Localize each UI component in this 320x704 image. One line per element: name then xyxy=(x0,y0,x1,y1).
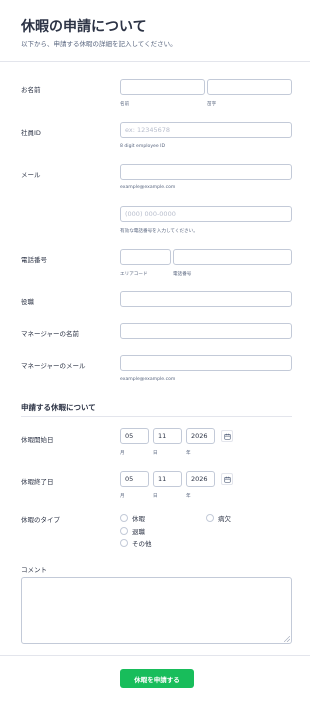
form-subtitle: 以下から、申請する休暇の詳細を記入してください。 xyxy=(21,40,177,48)
footer-divider xyxy=(0,655,310,656)
first-name-sublabel: 名前 xyxy=(120,102,130,107)
start-month-sublabel: 月 xyxy=(120,451,125,456)
start-day-sublabel: 日 xyxy=(153,451,158,456)
manager-email-sublabel: example@example.com xyxy=(120,377,176,382)
start-date-label: 休暇開始日 xyxy=(21,436,54,444)
manager-name-label: マネージャーの名前 xyxy=(21,330,80,338)
manager-email-input[interactable] xyxy=(120,355,292,371)
last-name-sublabel: 苗字 xyxy=(207,102,217,107)
submit-leave-request-button[interactable]: 休暇を申請する xyxy=(120,669,194,688)
area-code-input[interactable] xyxy=(120,249,171,265)
radio-circle[interactable] xyxy=(206,514,214,522)
start-year-sublabel: 年 xyxy=(186,451,191,456)
form-header: 休暇の申請について 以下から、申請する休暇の詳細を記入してください。 xyxy=(0,0,310,62)
area-code-sublabel: エリアコード xyxy=(120,272,148,277)
resize-grip-icon[interactable] xyxy=(284,636,290,642)
start-day-input[interactable] xyxy=(153,428,182,444)
end-calendar-icon[interactable] xyxy=(221,473,233,485)
radio-label: 休暇 xyxy=(132,515,145,523)
leave-type-label: 休暇のタイプ xyxy=(21,516,60,524)
phone-number-input[interactable] xyxy=(173,249,292,265)
radio-label: 病欠 xyxy=(218,515,231,523)
leave-section-title: 申請する休暇について xyxy=(21,403,96,412)
radio-circle[interactable] xyxy=(120,514,128,522)
leave-type-option-resign[interactable]: 退職 xyxy=(120,526,145,536)
radio-circle[interactable] xyxy=(120,539,128,547)
position-label: 役職 xyxy=(21,298,34,306)
first-name-input[interactable] xyxy=(120,79,205,95)
radio-label: 退職 xyxy=(132,528,145,536)
end-month-input[interactable] xyxy=(120,471,149,487)
end-day-sublabel: 日 xyxy=(153,494,158,499)
comment-label: コメント xyxy=(21,566,47,574)
end-month-sublabel: 月 xyxy=(120,494,125,499)
form-title: 休暇の申請について xyxy=(21,19,147,35)
leave-type-option-other[interactable]: その他 xyxy=(120,538,152,548)
email-label: メール xyxy=(21,171,41,179)
position-input[interactable] xyxy=(120,291,292,307)
section-divider xyxy=(21,416,292,417)
phone-label: 電話番号 xyxy=(21,256,47,264)
leave-type-option-vacation[interactable]: 休暇 xyxy=(120,513,145,523)
email-input[interactable] xyxy=(120,164,292,180)
start-year-input[interactable] xyxy=(186,428,215,444)
end-date-label: 休暇終了日 xyxy=(21,478,54,486)
phone-full-sublabel: 有効な電話番号を入力してください。 xyxy=(120,229,198,234)
phone-full-input[interactable] xyxy=(120,206,292,222)
end-day-input[interactable] xyxy=(153,471,182,487)
end-year-sublabel: 年 xyxy=(186,494,191,499)
radio-circle[interactable] xyxy=(120,527,128,535)
last-name-input[interactable] xyxy=(207,79,292,95)
employee-id-sublabel: 8 digit employee ID xyxy=(120,144,166,149)
phone-number-sublabel: 電話番号 xyxy=(173,272,192,277)
start-calendar-icon[interactable] xyxy=(221,430,233,442)
leave-type-option-sick[interactable]: 病欠 xyxy=(206,513,231,523)
radio-label: その他 xyxy=(132,540,152,548)
manager-name-input[interactable] xyxy=(120,323,292,339)
name-label: お名前 xyxy=(21,86,41,94)
employee-id-input[interactable] xyxy=(120,122,292,138)
comment-textarea[interactable] xyxy=(21,577,292,644)
manager-email-label: マネージャーのメール xyxy=(21,362,86,370)
email-sublabel: example@example.com xyxy=(120,185,176,190)
end-year-input[interactable] xyxy=(186,471,215,487)
employee-id-label: 社員ID xyxy=(21,129,41,137)
start-month-input[interactable] xyxy=(120,428,149,444)
